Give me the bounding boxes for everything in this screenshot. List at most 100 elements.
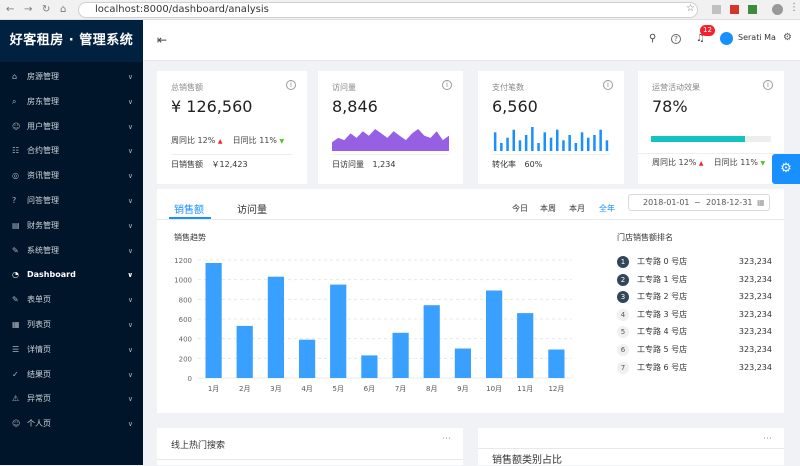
sidebar-item[interactable]: ✓ 结果页 ∨ <box>0 363 143 387</box>
tab-visits[interactable]: 访问量 <box>237 201 267 216</box>
sidebar-item-label: 个人页 <box>27 419 51 429</box>
x-tick-label: 11月 <box>517 385 533 393</box>
range-today[interactable]: 今日 <box>512 203 528 214</box>
range-week[interactable]: 本周 <box>540 203 556 214</box>
payments-bar <box>593 135 596 151</box>
payments-bar <box>587 137 590 151</box>
x-tick-label: 9月 <box>457 385 468 393</box>
trend-day-label: 日同比 <box>713 158 738 167</box>
sidebar-item-label: 列表页 <box>27 320 51 329</box>
sidebar-item[interactable]: ✎ 系统管理 ∨ <box>0 239 143 263</box>
more-icon[interactable]: ⋯ <box>763 434 772 444</box>
divider <box>478 448 784 449</box>
url-text: localhost:8000/dashboard/analysis <box>95 4 269 15</box>
extension-icon[interactable] <box>712 5 721 14</box>
info-icon[interactable]: i <box>603 80 613 90</box>
trend-row: 周同比 12% ▲ 日同比 11% ▼ <box>171 135 284 146</box>
trend-week-value: 12% <box>197 136 216 145</box>
top-header: ⇤ ⚲ ? ♫ 12 Serati Ma ⚙ <box>143 20 800 61</box>
globe-icon[interactable]: ⚙ <box>783 32 792 43</box>
payments-bar <box>562 140 565 151</box>
more-icon[interactable]: ⋯ <box>442 434 451 444</box>
extension-icon[interactable] <box>748 5 757 14</box>
date-range-picker[interactable]: 2018-01-01 ~ 2018-12-31 ▦ <box>628 194 770 211</box>
chevron-down-icon: ∨ <box>127 420 133 429</box>
trend-day-value: 11% <box>259 136 277 145</box>
sidebar-item[interactable]: ◔ Dashboard ∨ <box>0 263 143 287</box>
info-icon[interactable]: i <box>442 80 452 90</box>
avatar[interactable] <box>720 32 733 45</box>
campaign-progress-track <box>651 136 771 142</box>
sidebar-item[interactable]: ☰ 详情页 ∨ <box>0 338 143 362</box>
ranking-value: 323,234 <box>738 257 772 266</box>
home-icon[interactable]: ⌂ <box>60 4 66 16</box>
bar <box>267 276 284 378</box>
sidebar-item[interactable]: ☺ 个人页 ∨ <box>0 412 143 436</box>
menu-fold-icon[interactable]: ⇤ <box>157 33 167 47</box>
browser-menu-icon[interactable]: ⋮ <box>789 2 799 14</box>
sidebar-item[interactable]: ? 问答管理 ∨ <box>0 189 143 213</box>
sidebar-item[interactable]: ☺ 用户管理 ∨ <box>0 115 143 139</box>
payments-bar <box>500 143 503 151</box>
bar <box>205 263 222 378</box>
range-year[interactable]: 全年 <box>599 203 615 214</box>
chevron-down-icon: ∨ <box>127 197 133 205</box>
check-circle-icon: ✓ <box>12 369 19 379</box>
warning-icon: ⚠ <box>12 394 20 404</box>
visits-mini-area-chart <box>332 129 449 151</box>
chevron-down-icon: ∨ <box>127 246 133 255</box>
profile-avatar-icon[interactable] <box>772 4 783 15</box>
range-month[interactable]: 本月 <box>569 203 585 214</box>
chevron-down-icon: ∨ <box>127 147 133 156</box>
chevron-down-icon: ∨ <box>127 221 133 230</box>
sidebar-item-label: 房源管理 <box>27 72 59 81</box>
chart-title: 销售趋势 <box>174 233 206 242</box>
payments-bar <box>531 127 534 151</box>
ranking-store-name: 工专路 6 号店 <box>637 362 688 372</box>
search-icon[interactable]: ⚲ <box>649 33 656 44</box>
reload-icon[interactable]: ↻ <box>42 4 50 16</box>
chevron-down-icon: ∨ <box>127 345 133 354</box>
ranking-row: 1 工专路 0 号店 323,234 <box>617 254 772 272</box>
forward-icon[interactable]: → <box>24 4 32 16</box>
tab-sales[interactable]: 销售额 <box>174 201 204 216</box>
username[interactable]: Serati Ma <box>738 33 776 42</box>
chevron-down-icon: ∨ <box>127 122 133 131</box>
chevron-down-icon: ∨ <box>127 271 133 280</box>
chevron-down-icon: ∨ <box>127 321 133 329</box>
bar <box>486 290 503 378</box>
sidebar-item[interactable]: ▤ 财务管理 ∨ <box>0 214 143 238</box>
payments-bar <box>605 140 609 151</box>
sidebar-item-label: 详情页 <box>27 344 51 354</box>
caret-up-icon: ▲ <box>217 138 223 145</box>
ranking-value: 323,234 <box>738 274 772 284</box>
bookmark-star-icon[interactable]: ☆ <box>686 3 695 15</box>
info-icon[interactable]: i <box>763 80 773 90</box>
sidebar-item[interactable]: ◎ 资讯管理 ∨ <box>0 164 143 188</box>
payments-bar <box>537 143 540 151</box>
sidebar-item[interactable]: ⚠ 异常页 ∨ <box>0 387 143 411</box>
help-icon[interactable]: ? <box>671 34 681 44</box>
stat-footer-value: ￥12,423 <box>211 160 248 169</box>
back-icon[interactable]: ← <box>6 4 14 16</box>
sidebar-item[interactable]: ⌂ 房源管理 ∨ <box>0 65 143 89</box>
info-icon[interactable]: i <box>286 80 296 90</box>
y-tick-label: 800 <box>179 296 192 304</box>
payments-bar <box>512 129 515 151</box>
stat-footer: 日销售额 ￥12,423 <box>171 154 293 170</box>
sidebar-item[interactable]: ▦ 列表页 ∨ <box>0 313 143 337</box>
sidebar-item[interactable]: ⌕ 房东管理 ∨ <box>0 90 143 114</box>
sidebar-item-label: 表单页 <box>27 295 51 305</box>
extension-icon[interactable] <box>730 5 739 14</box>
address-bar[interactable]: localhost:8000/dashboard/analysis <box>78 2 698 18</box>
sidebar-item[interactable]: ☷ 合约管理 ∨ <box>0 139 143 163</box>
ranking-value: 323,234 <box>738 327 772 337</box>
chevron-down-icon: ∨ <box>127 296 133 305</box>
x-tick-label: 7月 <box>395 385 406 393</box>
y-tick-label: 200 <box>179 355 192 363</box>
settings-drawer-button[interactable]: ⚙ <box>772 154 800 184</box>
question-icon: ? <box>12 196 17 205</box>
stat-footer-label: 转化率 <box>492 160 516 169</box>
sidebar-item[interactable]: ✎ 表单页 ∨ <box>0 288 143 312</box>
ranking-title: 门店销售额排名 <box>617 233 673 242</box>
